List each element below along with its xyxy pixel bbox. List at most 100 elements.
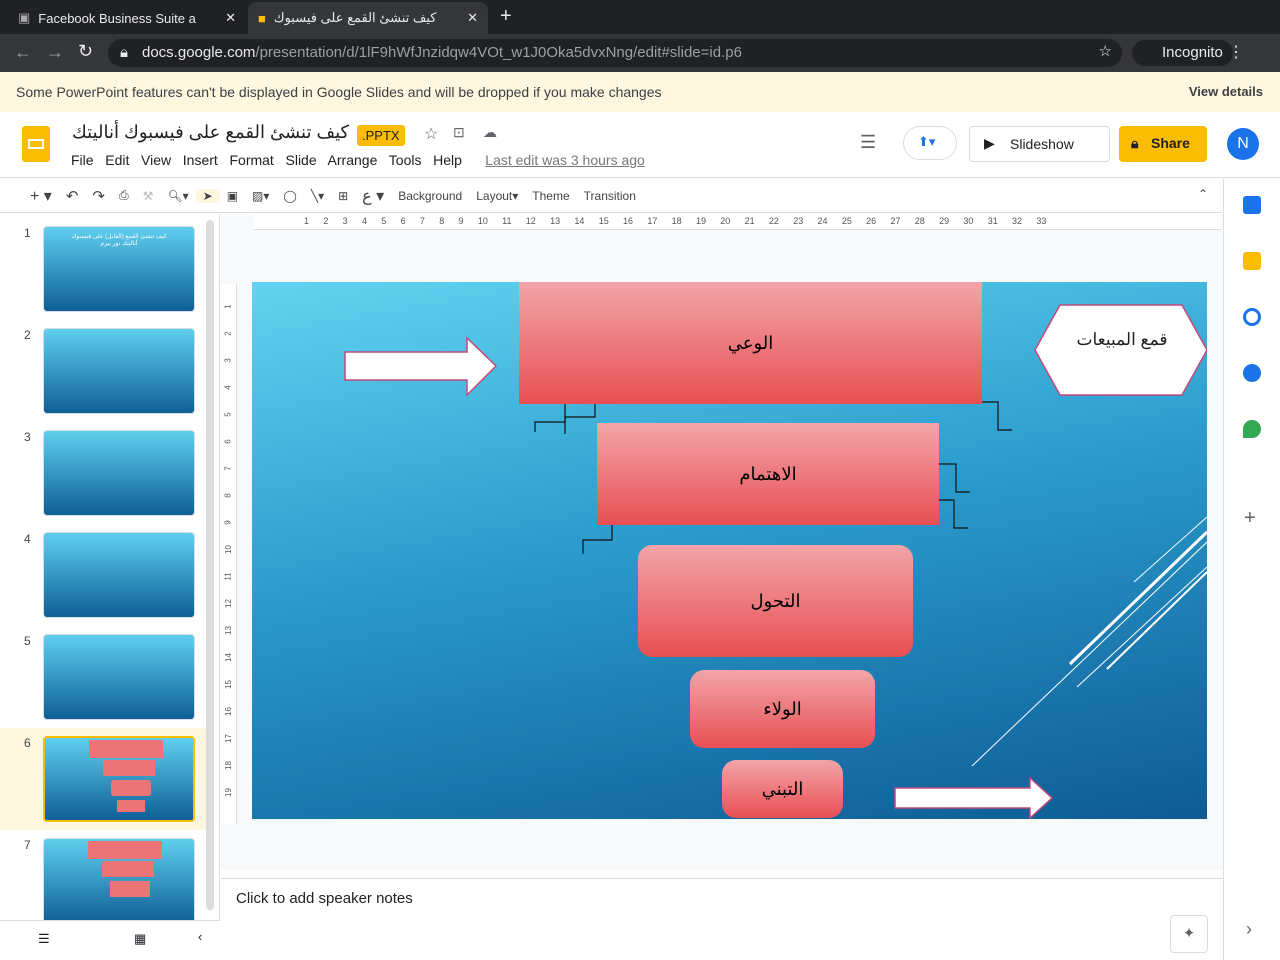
ruler-tick: 6	[223, 439, 233, 444]
slide-thumbnail-selected[interactable]: 6	[0, 728, 210, 830]
ruler-tick: 12	[224, 599, 233, 608]
incognito-indicator[interactable]: Incognito	[1132, 40, 1233, 66]
ruler-tick: 13	[550, 216, 561, 226]
close-icon[interactable]: ✕	[225, 10, 236, 26]
ruler-tick: 2	[323, 216, 329, 226]
transition-button[interactable]: Transition	[577, 189, 643, 203]
select-icon[interactable]: ➤	[195, 188, 220, 203]
horizontal-ruler: 1 2 3 4 5 6 7 8 9 10 11 12 13 14 15 16 17 18 19 20 21 22 23 24 2…	[254, 214, 1221, 230]
ruler-tick: 7	[419, 216, 425, 226]
ruler-tick: 15	[598, 216, 609, 226]
browser-tab[interactable]: ▣ Facebook Business Suite a ✕	[8, 2, 246, 34]
menu-file[interactable]: File	[71, 152, 94, 168]
funnel-loyalty[interactable]: الولاء	[690, 670, 875, 748]
ruler-tick: 1	[223, 304, 233, 309]
slide-thumbnail[interactable]: 7	[0, 830, 210, 920]
zoom-icon[interactable]: 🔍︎▾	[160, 189, 195, 203]
new-tab-icon[interactable]: +	[500, 5, 512, 28]
grid-view-icon[interactable]: ▦	[134, 931, 146, 947]
add-addon-icon[interactable]: +	[1244, 507, 1256, 530]
tab-title: كيف تنشئ القمع على فيسبوك	[273, 10, 437, 25]
back-icon[interactable]: ←	[14, 42, 32, 63]
list-view-icon[interactable]: ☰	[38, 931, 50, 947]
speaker-notes[interactable]: Click to add speaker notes ✦	[221, 878, 1223, 960]
funnel-adoption[interactable]: التبني	[722, 760, 843, 818]
menu-help[interactable]: Help	[433, 152, 462, 168]
image-icon[interactable]: ▨▾	[245, 189, 276, 203]
calendar-icon[interactable]	[1243, 196, 1261, 214]
explore-icon[interactable]: ✦	[1170, 915, 1208, 953]
share-button[interactable]: 🔒︎ Share	[1119, 126, 1207, 162]
undo-icon[interactable]: ↶	[59, 187, 86, 205]
star-icon[interactable]: ☆	[1099, 42, 1112, 60]
input-tools-button[interactable]: ع ▾	[355, 186, 391, 206]
hexagon-label[interactable]: قمع المبيعات	[1072, 330, 1172, 350]
theme-button[interactable]: Theme	[525, 189, 576, 203]
ruler-tick: 14	[574, 216, 585, 226]
ruler-tick: 17	[647, 216, 658, 226]
view-details-link[interactable]: View details	[1189, 84, 1263, 99]
hexagon-shape	[1034, 304, 1207, 396]
browser-tab-active[interactable]: ■ كيف تنشئ القمع على فيسبوك ✕	[248, 2, 488, 34]
menu-tools[interactable]: Tools	[389, 152, 422, 168]
comment-icon[interactable]: ⊞	[331, 189, 355, 203]
funnel-conversion[interactable]: التحول	[638, 545, 913, 657]
tasks-icon[interactable]	[1243, 308, 1261, 326]
slide-thumbnail[interactable]: 4	[0, 524, 210, 626]
redo-icon[interactable]: ↷	[85, 187, 112, 205]
move-folder-icon[interactable]: ⊡	[453, 124, 465, 141]
funnel-interest[interactable]: الاهتمام	[597, 423, 939, 525]
ruler-tick: 22	[768, 216, 779, 226]
close-icon[interactable]: ✕	[467, 10, 478, 26]
menu-bar: File Edit View Insert Format Slide Arran…	[71, 152, 645, 168]
shape-icon[interactable]: ◯	[276, 189, 303, 203]
line-icon[interactable]: ╲▾	[304, 189, 331, 203]
menu-insert[interactable]: Insert	[183, 152, 218, 168]
avatar[interactable]: N	[1227, 128, 1259, 160]
slide-thumbnail[interactable]: 3	[0, 422, 210, 524]
menu-slide[interactable]: Slide	[286, 152, 317, 168]
slides-logo[interactable]	[22, 126, 50, 162]
reload-icon[interactable]: ↻	[78, 41, 93, 62]
textbox-icon[interactable]: ▣	[220, 189, 245, 203]
present-options-button[interactable]: ⬆▾	[903, 126, 957, 160]
contacts-icon[interactable]	[1243, 364, 1261, 382]
expand-panel-icon[interactable]: ›	[1246, 919, 1252, 940]
ruler-tick: 4	[361, 216, 367, 226]
new-slide-icon[interactable]: + ▾	[0, 186, 59, 206]
layout-button[interactable]: Layout▾	[469, 189, 525, 203]
slide-thumbnail[interactable]: 1 كيف تنشئ القمع (القابل) على فيسبوك أنال…	[0, 218, 210, 320]
ruler-tick: 27	[890, 216, 901, 226]
cloud-status-icon[interactable]: ☁	[483, 124, 497, 141]
collapse-icon[interactable]: ⌃	[1198, 187, 1208, 201]
url-input[interactable]: docs.google.com/presentation/d/1lF9hWfJn…	[108, 39, 1122, 67]
background-button[interactable]: Background	[391, 189, 469, 203]
ruler-tick: 11	[224, 572, 233, 581]
slideshow-button[interactable]: Slideshow ▶	[969, 126, 1110, 162]
collapse-filmstrip-icon[interactable]: ‹	[198, 929, 202, 944]
filmstrip-scrollbar[interactable]	[206, 220, 214, 910]
forward-icon[interactable]: →	[46, 42, 64, 63]
comments-icon[interactable]: ☰	[860, 132, 876, 153]
ruler-tick: 14	[224, 653, 233, 662]
play-icon: ▶	[984, 135, 995, 151]
slide-thumbnail[interactable]: 5	[0, 626, 210, 728]
doc-title[interactable]: كيف تنشئ القمع على فيسبوك أناليتك	[72, 122, 349, 143]
ruler-tick: 10	[477, 216, 488, 226]
print-icon[interactable]: ⎙	[112, 188, 136, 203]
last-edit-link[interactable]: Last edit was 3 hours ago	[485, 152, 645, 168]
keep-icon[interactable]	[1243, 252, 1261, 270]
funnel-awareness[interactable]: الوعي	[519, 282, 982, 404]
ruler-tick: 31	[987, 216, 998, 226]
star-icon[interactable]: ☆	[424, 124, 438, 144]
menu-edit[interactable]: Edit	[105, 152, 129, 168]
ruler-tick: 9	[458, 216, 464, 226]
maps-icon[interactable]	[1243, 420, 1261, 438]
menu-view[interactable]: View	[141, 152, 171, 168]
slide-canvas[interactable]: الوعي الاهتمام التحول الولاء التبني قمع …	[252, 282, 1207, 819]
slide-thumbnail[interactable]: 2	[0, 320, 210, 422]
paint-format-icon[interactable]: ⚒	[136, 189, 161, 203]
menu-arrange[interactable]: Arrange	[328, 152, 378, 168]
ruler-tick: 3	[342, 216, 348, 226]
menu-format[interactable]: Format	[229, 152, 273, 168]
